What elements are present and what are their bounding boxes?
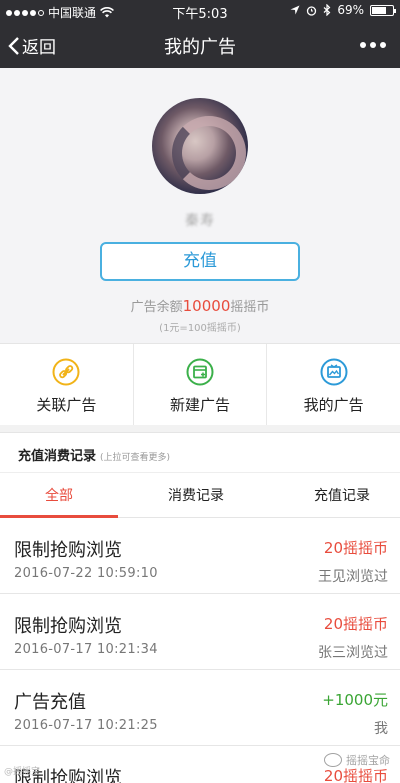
list-item[interactable]: 广告充值 2016-07-17 10:21:25 +1000元 我 [0, 670, 400, 746]
tab-consumption[interactable]: 消费记录 [136, 473, 256, 518]
record-viewer: 张三浏览过 [318, 645, 388, 661]
shortcut-link-ad[interactable]: 关联广告 [0, 344, 133, 425]
record-tabs: 全部 消费记录 充值记录 [0, 472, 400, 518]
records-hint: (上拉可查看更多) [100, 453, 171, 463]
balance-line: 广告余额10000摇摇币 [0, 296, 400, 315]
page-title: 我的广告 [164, 37, 236, 58]
record-name: 限制抢购浏览 [14, 616, 122, 637]
status-bar: 中国联通 下午5:03 69% [0, 0, 400, 22]
location-arrow-icon [290, 5, 300, 15]
status-right: 69% [290, 3, 396, 17]
exchange-rate: (1元=100摇摇币) [159, 323, 241, 334]
record-amount: 20摇摇币 [323, 539, 388, 557]
tab-recharge[interactable]: 充值记录 [282, 473, 400, 518]
profile-section: 秦寿 充值 广告余额10000摇摇币 (1元=100摇摇币) [0, 68, 400, 343]
record-list: 限制抢购浏览 2016-07-22 10:59:10 20摇摇币 王见浏览过 限… [0, 518, 400, 783]
watermark-right: 摇摇宝命 [324, 752, 390, 768]
record-date: 2016-07-22 10:59:10 [14, 566, 158, 581]
battery-icon [370, 4, 396, 16]
record-amount: +1000元 [322, 691, 388, 709]
shortcut-label: 我的广告 [303, 396, 364, 414]
list-item[interactable]: 限制抢购浏览 2016-07-17 10:21:34 20摇摇币 张三浏览过 [0, 594, 400, 670]
bluetooth-icon [323, 4, 331, 16]
watermark-text: 摇摇宝命 [346, 754, 390, 767]
record-viewer: 我 [374, 721, 388, 737]
link-icon [52, 358, 80, 386]
more-options-button[interactable] [360, 42, 386, 48]
watermark-logo-icon [324, 753, 342, 767]
shortcut-label: 关联广告 [36, 396, 97, 414]
avatar [152, 98, 248, 194]
nav-bar: 返回 我的广告 [0, 22, 400, 68]
record-date: 2016-07-17 10:21:34 [14, 642, 158, 657]
new-ad-icon [186, 358, 214, 386]
records-title: 充值消费记录 (上拉可查看更多) [18, 445, 170, 464]
record-amount: 20摇摇币 [323, 615, 388, 633]
username: 秦寿 [185, 213, 215, 229]
battery-percent: 69% [337, 3, 364, 17]
balance-unit: 摇摇币 [230, 300, 270, 315]
more-dots-icon [360, 42, 366, 48]
record-name: 限制抢购浏览 [14, 540, 122, 561]
alarm-icon [307, 5, 317, 16]
balance-amount: 10000 [182, 297, 231, 315]
record-name: 广告充值 [14, 692, 86, 713]
my-ad-icon [320, 358, 348, 386]
shortcut-label: 新建广告 [170, 396, 231, 414]
list-item[interactable]: 限制抢购浏览 2016-07-22 10:59:10 20摇摇币 王见浏览过 [0, 518, 400, 594]
record-viewer: 王见浏览过 [318, 569, 388, 585]
shortcut-new-ad[interactable]: 新建广告 [132, 344, 267, 425]
record-date: 2016-07-17 10:21:25 [14, 718, 158, 733]
balance-prefix: 广告余额 [130, 300, 183, 315]
recharge-button[interactable]: 充值 [100, 242, 300, 281]
shortcut-bar: 关联广告 新建广告 我的广告 [0, 343, 400, 425]
shortcut-my-ad[interactable]: 我的广告 [266, 344, 400, 425]
tab-all[interactable]: 全部 [0, 473, 118, 518]
records-title-text: 充值消费记录 [18, 449, 97, 464]
records-header: 充值消费记录 (上拉可查看更多) [0, 432, 400, 472]
watermark-left: @摇摇宝 [4, 767, 41, 777]
